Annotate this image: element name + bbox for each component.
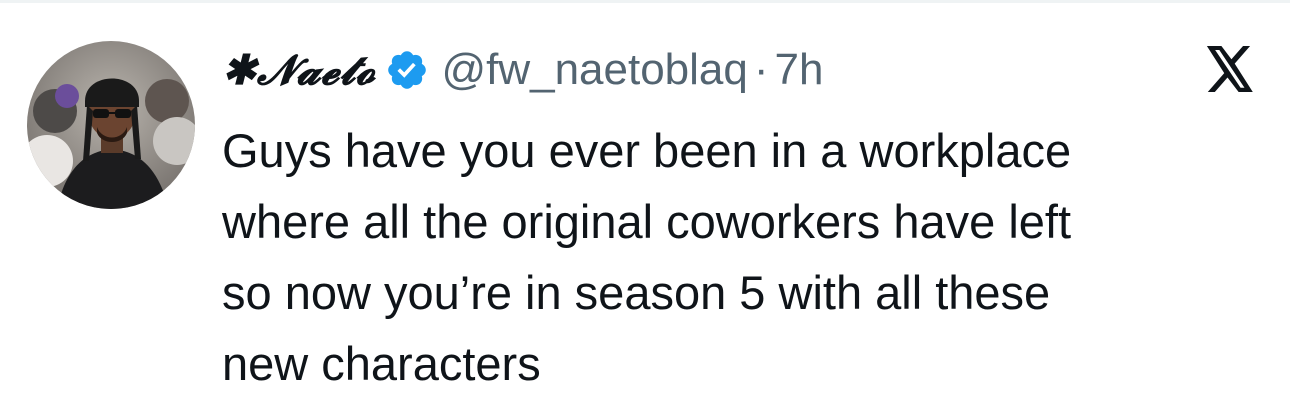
tweet-text-line: Guys have you ever been in a workplace xyxy=(222,124,1072,177)
separator-dot: · xyxy=(753,45,769,94)
author-display-name[interactable]: ✱𝓝𝓪𝓮𝓽𝓸 xyxy=(222,46,375,95)
post-header: ✱𝓝𝓪𝓮𝓽𝓸 @fw_naetoblaq · 7h xyxy=(222,39,1242,101)
avatar[interactable] xyxy=(27,41,195,209)
tweet-text-line: so now you’re in season 5 with all these xyxy=(222,266,1051,319)
tweet-card[interactable]: ✱𝓝𝓪𝓮𝓽𝓸 @fw_naetoblaq · 7h Guys have you … xyxy=(0,3,1290,418)
tweet-text-line: where all the original coworkers have le… xyxy=(222,195,1072,248)
x-logo-icon[interactable] xyxy=(1204,46,1256,92)
post-timestamp[interactable]: 7h xyxy=(775,45,824,95)
author-handle[interactable]: @fw_naetoblaq xyxy=(441,45,747,95)
tweet-text-line: new characters xyxy=(222,337,541,390)
avatar-photo xyxy=(27,41,195,209)
verified-badge-icon[interactable] xyxy=(385,48,429,92)
tweet-text: Guys have you ever been in a workplace w… xyxy=(222,115,1272,399)
